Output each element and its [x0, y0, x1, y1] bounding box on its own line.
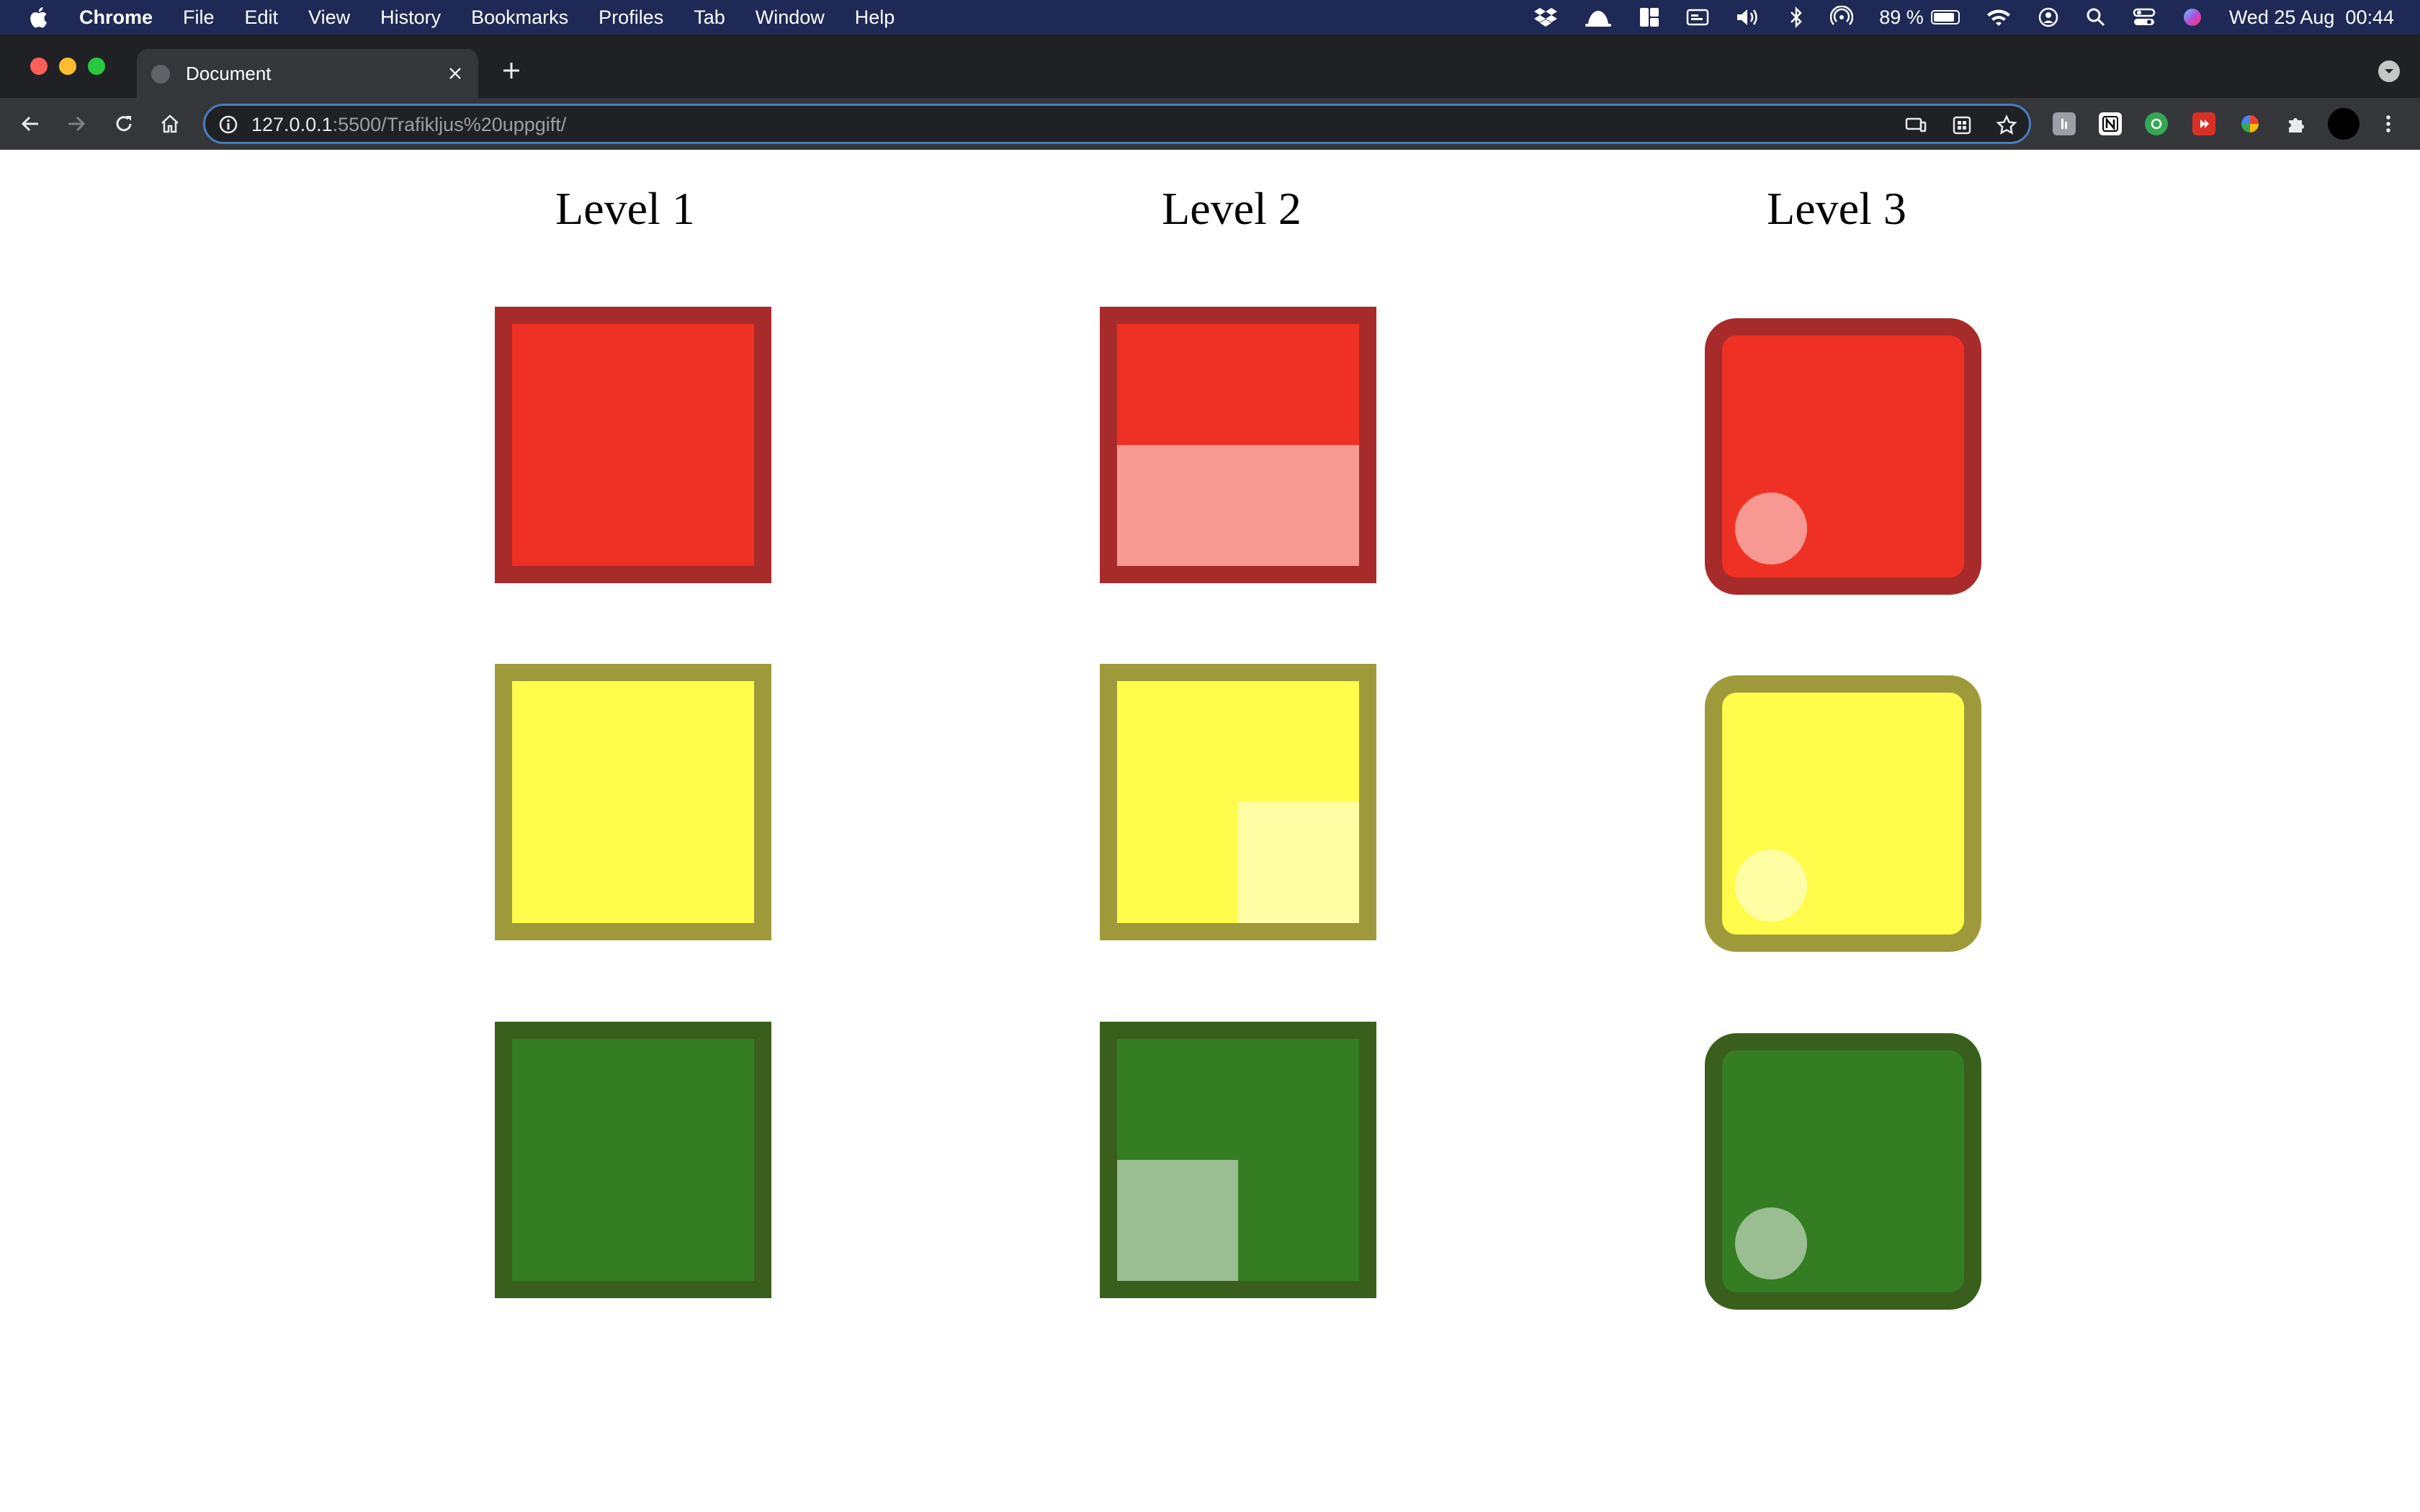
battery-icon — [1930, 10, 1960, 24]
level-3-title: Level 3 — [1767, 183, 1906, 234]
airdrop-icon[interactable] — [1830, 6, 1854, 29]
apple-menu-icon[interactable] — [29, 5, 50, 30]
notion-extension-icon[interactable] — [2099, 112, 2122, 135]
menu-app-chrome[interactable]: Chrome — [79, 6, 153, 29]
battery-fill — [1933, 13, 1954, 22]
forward-arrow-icon[interactable] — [60, 108, 92, 140]
bookmark-star-icon[interactable] — [1994, 113, 2019, 138]
tab-close-icon[interactable] — [442, 60, 468, 86]
level-2-red-highlight — [1117, 445, 1359, 566]
cast-device-icon[interactable] — [1904, 113, 1928, 138]
menu-profiles[interactable]: Profiles — [599, 6, 663, 29]
volume-icon[interactable] — [1735, 6, 1762, 28]
window-zoom-button[interactable] — [88, 58, 105, 75]
window-manager-icon[interactable] — [1639, 6, 1660, 28]
menu-help[interactable]: Help — [855, 6, 895, 29]
level-2-yellow-highlight — [1238, 802, 1359, 923]
battery-percent: 89 % — [1879, 6, 1924, 28]
level-2-red-light — [1100, 307, 1376, 583]
menu-history[interactable]: History — [380, 6, 441, 29]
green-extension-icon[interactable] — [2145, 112, 2168, 135]
user-account-icon[interactable] — [2038, 6, 2059, 28]
level-2-green-highlight — [1117, 1160, 1238, 1281]
address-bar[interactable]: 127.0.0.1:5500/Trafikljus%20uppgift/ — [203, 104, 2031, 144]
url-host: 127.0.0.1 — [251, 114, 333, 135]
menu-tab[interactable]: Tab — [694, 6, 725, 29]
color-picker-extension-icon[interactable] — [2238, 112, 2262, 135]
card-icon[interactable] — [1686, 8, 1709, 27]
browser-toolbar: 127.0.0.1:5500/Trafikljus%20uppgift/ — [0, 98, 2420, 150]
menu-view[interactable]: View — [308, 6, 350, 29]
level-3-yellow-light — [1705, 675, 1981, 952]
window-minimize-button[interactable] — [59, 58, 76, 75]
window-close-button[interactable] — [30, 58, 48, 75]
more-menu-icon[interactable] — [2377, 112, 2400, 135]
level-3-red-dot — [1735, 492, 1807, 564]
level-1-title: Level 1 — [555, 183, 695, 234]
level-1-yellow-light — [495, 664, 771, 940]
extension-gray-icon[interactable] — [2053, 112, 2076, 135]
profile-avatar[interactable] — [2328, 108, 2360, 140]
spotlight-search-icon[interactable] — [2085, 6, 2107, 28]
wifi-icon[interactable] — [1986, 7, 2012, 27]
qr-code-icon[interactable] — [1950, 113, 1974, 138]
control-center-icon[interactable] — [2133, 6, 2156, 28]
dropbox-icon[interactable] — [1533, 6, 1558, 28]
level-2-title: Level 2 — [1162, 183, 1301, 234]
menu-edit[interactable]: Edit — [245, 6, 279, 29]
home-icon[interactable] — [154, 108, 186, 140]
siri-icon[interactable] — [2182, 6, 2203, 28]
level-3-red-light — [1705, 318, 1981, 595]
level-3-green-dot — [1735, 1207, 1807, 1279]
menu-window[interactable]: Window — [756, 6, 825, 29]
url-path: :5500/Trafikljus%20uppgift/ — [332, 114, 567, 135]
menu-file[interactable]: File — [183, 6, 215, 29]
macos-menubar: Chrome File Edit View History Bookmarks … — [0, 0, 2420, 35]
level-1-green-light — [495, 1022, 771, 1298]
page-content: Level 1 Level 2 Level 3 — [0, 150, 2420, 1512]
level-2-yellow-light — [1100, 664, 1376, 940]
globe-favicon-icon — [151, 65, 170, 84]
reload-icon[interactable] — [108, 108, 140, 140]
level-2-green-light — [1100, 1022, 1376, 1298]
red-extension-icon[interactable] — [2192, 112, 2215, 135]
bluetooth-icon[interactable] — [1788, 6, 1804, 29]
browser-tab-strip: Document — [0, 35, 2420, 98]
level-3-green-light — [1705, 1033, 1981, 1310]
url-text: 127.0.0.1:5500/Trafikljus%20uppgift/ — [251, 114, 566, 136]
tab-search-chevron-icon[interactable] — [2378, 60, 2400, 82]
battery-status[interactable]: 89 % — [1879, 6, 1960, 29]
level-3-yellow-dot — [1735, 850, 1807, 922]
tab-title: Document — [186, 63, 272, 84]
menubar-status-area: 89 % Wed 25 Aug 00:44 — [1507, 0, 2394, 35]
cloud-app-icon[interactable] — [1584, 6, 1613, 28]
level-1-red-light — [495, 307, 771, 583]
menubar-clock[interactable]: Wed 25 Aug 00:44 — [2229, 6, 2394, 29]
new-tab-plus-icon[interactable] — [497, 56, 526, 85]
site-info-icon[interactable] — [218, 114, 238, 135]
back-arrow-icon[interactable] — [14, 108, 46, 140]
browser-tab-active[interactable]: Document — [137, 49, 478, 98]
menu-bookmarks[interactable]: Bookmarks — [471, 6, 568, 29]
extensions-puzzle-icon[interactable] — [2285, 112, 2308, 135]
